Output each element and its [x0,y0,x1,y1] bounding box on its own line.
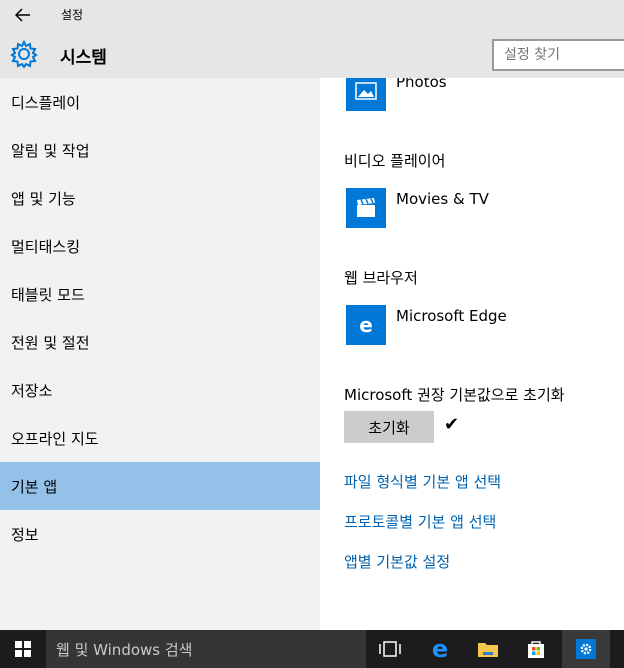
main-content: Photos 비디오 플레이어 Movies & TV 웹 브라우저 e Mic… [320,78,624,630]
video-player-heading: 비디오 플레이어 [344,152,446,170]
settings-search-input[interactable] [492,39,624,71]
checkmark-icon: ✔ [444,414,460,435]
sidebar-item-multitasking[interactable]: 멀티태스킹 [0,222,320,270]
sidebar-item-about[interactable]: 정보 [0,510,320,558]
edge-tile: e [346,305,386,345]
movies-tv-app-name: Movies & TV [396,190,489,208]
edge-icon: e [432,637,448,661]
windows-logo-icon [15,641,31,657]
taskbar-edge-button[interactable]: e [416,630,464,668]
file-explorer-icon [478,643,498,657]
video-player-selector[interactable]: Movies & TV [346,188,489,228]
choose-by-protocol-link[interactable]: 프로토콜별 기본 앱 선택 [344,511,496,532]
task-view-button[interactable] [366,630,414,668]
photos-tile [346,78,386,111]
web-browser-selector[interactable]: e Microsoft Edge [346,305,507,345]
taskbar-search-box[interactable]: 웹 및 Windows 검색 [46,630,366,668]
store-icon [528,641,544,658]
sidebar-item-display[interactable]: 디스플레이 [0,78,320,126]
sidebar-item-storage[interactable]: 저장소 [0,366,320,414]
web-browser-heading: 웹 브라우저 [344,269,418,287]
edge-app-name: Microsoft Edge [396,307,507,325]
svg-text:e: e [359,314,373,336]
sidebar-item-power-sleep[interactable]: 전원 및 절전 [0,318,320,366]
sidebar-item-apps-features[interactable]: 앱 및 기능 [0,174,320,222]
gear-icon [10,40,38,68]
photos-icon [355,82,377,100]
page-title: 시스템 [60,48,107,68]
movies-tv-icon [357,198,375,217]
sidebar-item-default-apps[interactable]: 기본 앱 [0,462,320,510]
task-view-icon [379,641,401,657]
settings-icon [576,639,596,659]
photos-app-name: Photos [396,78,447,91]
taskbar-settings-button[interactable] [562,630,610,668]
edge-icon: e [359,314,373,336]
photo-viewer-selector[interactable]: Photos [346,78,447,111]
taskbar-store-button[interactable] [512,630,560,668]
svg-text:e: e [432,637,448,661]
sidebar: 디스플레이 알림 및 작업 앱 및 기능 멀티태스킹 태블릿 모드 전원 및 절… [0,78,320,630]
window-title: 설정 [61,8,84,22]
title-bar: 설정 [0,0,624,30]
reset-heading: Microsoft 권장 기본값으로 초기화 [344,386,565,404]
sidebar-item-tablet-mode[interactable]: 태블릿 모드 [0,270,320,318]
back-button[interactable] [8,2,38,28]
taskbar-explorer-button[interactable] [464,630,512,668]
page-header: 시스템 [0,30,624,78]
choose-by-file-type-link[interactable]: 파일 형식별 기본 앱 선택 [344,471,501,492]
taskbar: 웹 및 Windows 검색 e [0,630,624,668]
movies-tile [346,188,386,228]
sidebar-item-notifications[interactable]: 알림 및 작업 [0,126,320,174]
sidebar-item-offline-maps[interactable]: 오프라인 지도 [0,414,320,462]
reset-button[interactable]: 초기화 [344,411,434,443]
start-button[interactable] [0,630,46,668]
back-arrow-icon [15,8,30,22]
set-defaults-by-app-link[interactable]: 앱별 기본값 설정 [344,551,450,572]
